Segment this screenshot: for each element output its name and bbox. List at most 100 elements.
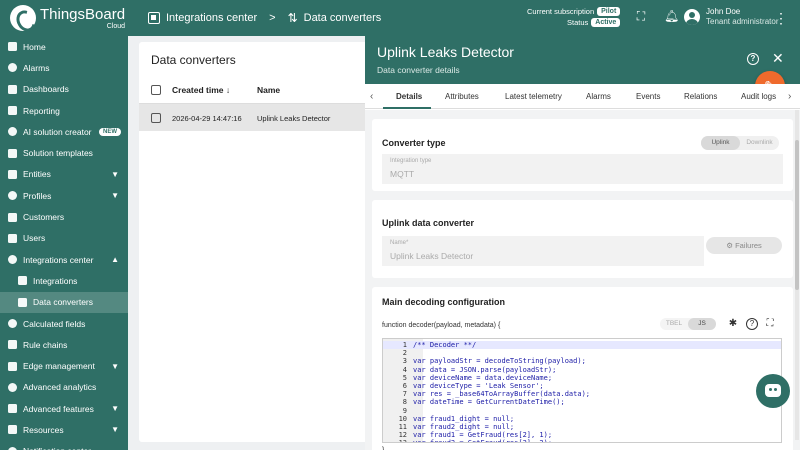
sidebar-item-notification-center[interactable]: Notification center xyxy=(0,441,128,450)
downlink-option[interactable]: Downlink xyxy=(740,136,779,150)
code-line: 5 var deviceName = data.deviceName; xyxy=(383,373,781,382)
row-checkbox[interactable] xyxy=(151,113,161,123)
code-line: 9 xyxy=(383,407,781,415)
js-option[interactable]: JS xyxy=(688,318,716,330)
code-line: 12 var fraud1 = GetFraud(res[2], 1); xyxy=(383,431,781,440)
page-title: Data converters xyxy=(151,53,236,67)
sidebar-item-advanced-analytics[interactable]: Advanced analytics xyxy=(0,377,128,398)
select-all-checkbox[interactable] xyxy=(151,85,161,95)
sidebar-item-alarms[interactable]: Alarms xyxy=(0,57,128,78)
failures-button[interactable]: ⚙ Failures xyxy=(706,237,782,254)
line-number: 2 xyxy=(402,349,407,358)
decoding-config-title: Main decoding configuration xyxy=(382,297,505,307)
sidebar-item-entities[interactable]: Entities ▼ xyxy=(0,164,128,185)
sidebar-item-label: Home xyxy=(23,41,46,52)
uplink-converter-title: Uplink data converter xyxy=(382,218,475,228)
tab-latest-telemetry[interactable]: Latest telemetry xyxy=(505,92,562,101)
tab-events[interactable]: Events xyxy=(636,92,660,101)
brand-logo[interactable]: ThingsBoard Cloud xyxy=(0,0,130,36)
sidebar-item-data-converters[interactable]: Data converters xyxy=(0,291,128,313)
tab-attributes[interactable]: Attributes xyxy=(445,92,479,101)
chevron-down-icon[interactable]: ▼ xyxy=(111,425,119,434)
breadcrumb-integrations-center[interactable]: Integrations center xyxy=(166,12,257,24)
bug-icon[interactable]: ✱ xyxy=(727,318,739,330)
code-editor[interactable]: 1 /** Decoder **/ 2 3 var payloadStr = decod… xyxy=(382,338,782,443)
chevron-down-icon[interactable]: ▼ xyxy=(111,191,119,200)
sidebar-item-label: Rule chains xyxy=(23,339,68,350)
sidebar-item-label: Solution templates xyxy=(23,148,93,159)
brand-name: ThingsBoard xyxy=(40,5,126,23)
fullscreen-icon[interactable]: ⛶ xyxy=(634,9,648,23)
code-text: var dateTime = GetCurrentDateTime(); xyxy=(413,398,565,407)
bell-icon[interactable]: 🔔︎ xyxy=(664,9,679,23)
sidebar-item-rule-chains[interactable]: Rule chains xyxy=(0,334,128,355)
line-number: 5 xyxy=(402,373,407,382)
new-badge: NEW xyxy=(99,127,121,136)
sidebar-item-label: Data converters xyxy=(33,297,93,308)
tab-details[interactable]: Details xyxy=(396,92,422,101)
sidebar-item-edge-management[interactable]: Edge management ▼ xyxy=(0,355,128,376)
calculated-fields-icon xyxy=(8,319,17,328)
line-number: 13 xyxy=(383,439,407,442)
tab-relations[interactable]: Relations xyxy=(684,92,717,101)
tabs-scroll-left-icon[interactable]: ‹ xyxy=(370,91,373,102)
tab-alarms[interactable]: Alarms xyxy=(586,92,611,101)
breadcrumb-separator: > xyxy=(269,12,276,24)
fullscreen-icon[interactable]: ⛶ xyxy=(764,318,776,330)
row-name: Uplink Leaks Detector xyxy=(257,114,331,123)
sidebar-item-advanced-features[interactable]: Advanced features ▼ xyxy=(0,398,128,419)
integrations-icon xyxy=(148,12,160,24)
active-tab-indicator xyxy=(383,107,431,109)
dashboards-icon xyxy=(8,84,17,94)
help-icon[interactable]: ? xyxy=(747,53,759,65)
sidebar-item-integrations-center[interactable]: Integrations center ▲ xyxy=(0,249,128,270)
breadcrumb-data-converters: Data converters xyxy=(303,12,382,24)
sidebar-item-label: Customers xyxy=(23,212,65,223)
column-header-name[interactable]: Name xyxy=(257,85,280,95)
script-language-toggle: TBEL JS xyxy=(660,318,716,330)
chevron-down-icon[interactable]: ▼ xyxy=(111,362,119,371)
tab-audit-logs[interactable]: Audit logs xyxy=(741,92,781,101)
sidebar-item-profiles[interactable]: Profiles ▼ xyxy=(0,185,128,206)
line-number: 6 xyxy=(402,382,407,390)
code-text: var data = JSON.parse(payloadStr); xyxy=(413,365,557,374)
sidebar-item-calculated-fields[interactable]: Calculated fields xyxy=(0,313,128,334)
sidebar-item-solution-templates[interactable]: Solution templates xyxy=(0,142,128,163)
panel-scrollbar-thumb[interactable] xyxy=(795,140,799,290)
sidebar-item-ai-solution-creator[interactable]: AI solution creator NEW xyxy=(0,121,128,142)
code-text: var fraud1 = GetFraud(res[2], 1); xyxy=(413,431,553,440)
sidebar: Home Alarms Dashboards Reporting AI solution… xyxy=(0,36,128,450)
sidebar-item-reporting[interactable]: Reporting xyxy=(0,100,128,121)
data-converters-icon: ⇅ xyxy=(287,11,298,25)
sidebar-item-customers[interactable]: Customers xyxy=(0,206,128,227)
chevron-up-icon[interactable]: ▲ xyxy=(111,255,119,264)
help-icon[interactable]: ? xyxy=(746,318,758,330)
ai-assistant-button[interactable] xyxy=(756,374,790,408)
user-menu[interactable]: John Doe Tenant administrator xyxy=(684,7,778,27)
chevron-down-icon[interactable]: ▼ xyxy=(111,404,119,413)
code-line: 6 var deviceType = 'Leak Sensor'; xyxy=(383,382,781,390)
chevron-down-icon[interactable]: ▼ xyxy=(111,170,119,179)
uplink-option[interactable]: Uplink xyxy=(701,136,740,150)
thingsboard-logo-icon xyxy=(10,5,36,31)
sidebar-item-resources[interactable]: Resources ▼ xyxy=(0,419,128,440)
sidebar-item-users[interactable]: Users xyxy=(0,228,128,249)
column-header-created-time[interactable]: Created time ↓ xyxy=(172,85,230,95)
tabs-scroll-right-icon[interactable]: › xyxy=(788,91,791,102)
details-body: Converter type Uplink Downlink Integrati… xyxy=(365,110,800,450)
close-icon[interactable]: ✕ xyxy=(772,50,784,66)
more-vert-icon[interactable]: ⋮ xyxy=(774,11,788,25)
sidebar-item-dashboards[interactable]: Dashboards xyxy=(0,79,128,100)
converter-type-title: Converter type xyxy=(382,138,446,148)
tbel-option[interactable]: TBEL xyxy=(660,318,688,330)
code-text: var res = _base64ToArrayBuffer(data.data… xyxy=(413,390,591,399)
line-number: 11 xyxy=(398,423,407,431)
alarms-icon xyxy=(8,63,17,73)
converter-name-field[interactable]: Name* Uplink Leaks Detector xyxy=(382,236,704,266)
sidebar-item-home[interactable]: Home xyxy=(0,36,128,57)
sidebar-item-integrations[interactable]: Integrations xyxy=(0,270,128,291)
subscription-info: Current subscription Pilot Status Active xyxy=(527,6,621,28)
edge-management-icon xyxy=(8,361,17,371)
integration-type-value: MQTT xyxy=(390,169,415,179)
sidebar-item-label: Reporting xyxy=(23,105,60,116)
